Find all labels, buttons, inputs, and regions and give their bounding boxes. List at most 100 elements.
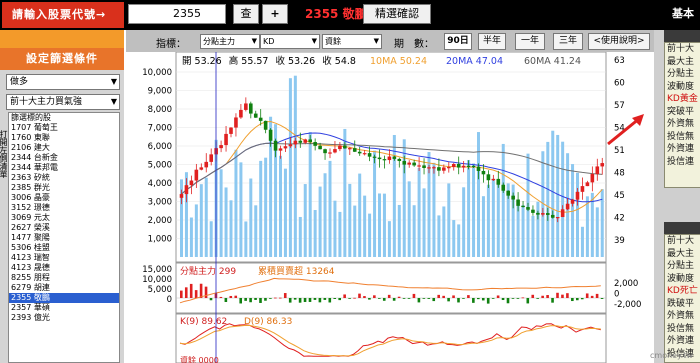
broker-bar xyxy=(546,295,549,298)
left-axis-tick: 10,000 xyxy=(142,68,172,78)
broker-bar xyxy=(259,298,262,303)
criteria-item: 跌破平 xyxy=(667,298,695,309)
broker-bar xyxy=(417,298,421,303)
volume-bar xyxy=(546,141,550,257)
volume-bar xyxy=(432,162,436,257)
query-button[interactable]: 查 xyxy=(233,4,259,24)
stock-list-item[interactable]: 2344 台新金 xyxy=(9,153,119,163)
period-half-year-button[interactable]: 半年 xyxy=(478,33,506,50)
stock-list-item[interactable]: 4123 瑞智 xyxy=(9,253,119,263)
help-button[interactable]: <使用說明> xyxy=(588,33,650,50)
volume-bar xyxy=(368,213,372,257)
volume-bar xyxy=(561,141,565,257)
volume-bar xyxy=(244,221,248,257)
verify-button[interactable]: 精選確認 xyxy=(363,4,431,24)
broker-bar xyxy=(224,298,228,302)
capital-select[interactable]: 資餘 ▼ xyxy=(322,34,382,49)
broker-bar xyxy=(279,297,282,299)
volume-bar xyxy=(576,172,579,257)
right-axis-tick: 45 xyxy=(614,191,625,201)
candle-body xyxy=(442,167,446,171)
add-button[interactable]: + xyxy=(262,4,288,24)
stock-list-item[interactable]: 2344 華邦電 xyxy=(9,163,119,173)
stock-list[interactable]: 篩選標的股 1707 葡萄王 1760 東聯 2106 建大 2344 台新金 2344… xyxy=(8,112,120,363)
broker-bar xyxy=(368,298,371,300)
criteria-item: 外資連 xyxy=(667,144,695,154)
right-axis-tick: 42 xyxy=(614,214,625,224)
candle-body xyxy=(194,169,199,181)
candle-body xyxy=(303,139,308,143)
kd-d-label: D(9) 86.33 xyxy=(244,317,292,327)
period-one-year-button[interactable]: 一年 xyxy=(515,33,545,50)
right-axis-tick: 48 xyxy=(614,169,625,179)
stock-list-item[interactable]: 1477 聚陽 xyxy=(9,233,119,243)
candle-body xyxy=(486,174,491,181)
criteria-item: 前十大 xyxy=(667,44,695,54)
period-90d-button[interactable]: 90日 xyxy=(444,33,472,50)
candle-body xyxy=(362,153,367,155)
candle-body xyxy=(590,174,595,183)
left-axis-tick: 6,000 xyxy=(148,142,172,152)
volume-bar xyxy=(308,132,312,257)
stock-code-input[interactable]: 2355 xyxy=(128,4,226,24)
candle-body xyxy=(491,178,496,181)
broker-bar xyxy=(373,295,376,298)
criteria-item: 投信無 xyxy=(667,323,695,334)
candle-body xyxy=(328,152,332,154)
strategy-select[interactable]: 前十大主力買氣強 ▼ xyxy=(6,94,120,110)
sub1-left-tick: 5,000 xyxy=(148,285,172,295)
stock-list-item[interactable]: 2357 華碩 xyxy=(9,303,119,313)
stock-list-item[interactable]: 1707 葡萄王 xyxy=(9,123,119,133)
stock-list-item[interactable]: 5306 桂盟 xyxy=(9,243,119,253)
broker-bar xyxy=(556,292,559,298)
stock-list-item[interactable]: 4123 晟德 xyxy=(9,263,119,273)
volume-bar xyxy=(382,193,386,257)
broker-bar xyxy=(561,294,564,298)
volume-bar xyxy=(462,187,466,257)
candle-body xyxy=(516,199,520,206)
broker-bar xyxy=(353,297,356,299)
sub1-left-tick: 10,000 xyxy=(142,275,172,285)
stock-list-item[interactable]: 2393 億光 xyxy=(9,313,119,323)
stock-list-item[interactable]: 6279 胡連 xyxy=(9,283,119,293)
candle-body xyxy=(481,170,486,175)
close-value: 收 53.26 xyxy=(276,55,316,67)
left-axis-tick: 5,000 xyxy=(148,161,172,171)
candle-body xyxy=(244,103,248,110)
kd-select[interactable]: KD ▼ xyxy=(260,34,320,49)
broker-bar xyxy=(264,298,267,301)
candle-body xyxy=(367,153,372,157)
candle-body xyxy=(397,158,402,162)
broker-bar xyxy=(595,293,599,298)
stock-list-item[interactable]: 2385 群光 xyxy=(9,183,119,193)
period-three-year-button[interactable]: 三年 xyxy=(553,33,583,50)
stock-list-item[interactable]: 3069 元太 xyxy=(9,213,119,223)
stock-list-item[interactable]: 2106 建大 xyxy=(9,143,119,153)
open-side-list-label[interactable]: 打開左側清單 xyxy=(0,130,8,178)
volume-bar xyxy=(328,160,332,257)
stock-chart[interactable]: 10,000 9,000 8,000 7,000 6,000 5,000 4,000 3,00… xyxy=(126,52,654,363)
basic-info-tab[interactable]: 基本 xyxy=(672,4,694,24)
volume-bar xyxy=(585,196,589,257)
stock-list-item[interactable]: 8255 朋程 xyxy=(9,273,119,283)
last-value: 收 54.8 xyxy=(322,55,356,67)
stock-list-item[interactable]: 3006 晶豪 xyxy=(9,193,119,203)
candle-body xyxy=(580,186,585,192)
stock-list-item[interactable]: 2627 榮溪 xyxy=(9,223,119,233)
broker-bar xyxy=(189,283,193,298)
broker-bar xyxy=(382,298,386,301)
candle-body xyxy=(501,184,506,191)
direction-select[interactable]: 做多 ▼ xyxy=(6,74,120,90)
volume-bar xyxy=(501,143,505,257)
broker-bar xyxy=(566,293,569,298)
stock-list-item[interactable]: 2363 矽統 xyxy=(9,173,119,183)
candle-body xyxy=(204,161,209,168)
indicator-select[interactable]: 分點主力 ▼ xyxy=(200,34,260,49)
candle-body xyxy=(536,212,540,215)
stock-list-item[interactable]: 3152 璟德 xyxy=(9,203,119,213)
volume-bar xyxy=(580,226,584,257)
filter-settings-title: 設定篩選條件 xyxy=(0,48,124,70)
stock-list-item[interactable]: 1760 東聯 xyxy=(9,133,119,143)
stock-list-item[interactable]: 2355 敬鵬 xyxy=(9,293,119,303)
broker-bar xyxy=(402,298,406,299)
